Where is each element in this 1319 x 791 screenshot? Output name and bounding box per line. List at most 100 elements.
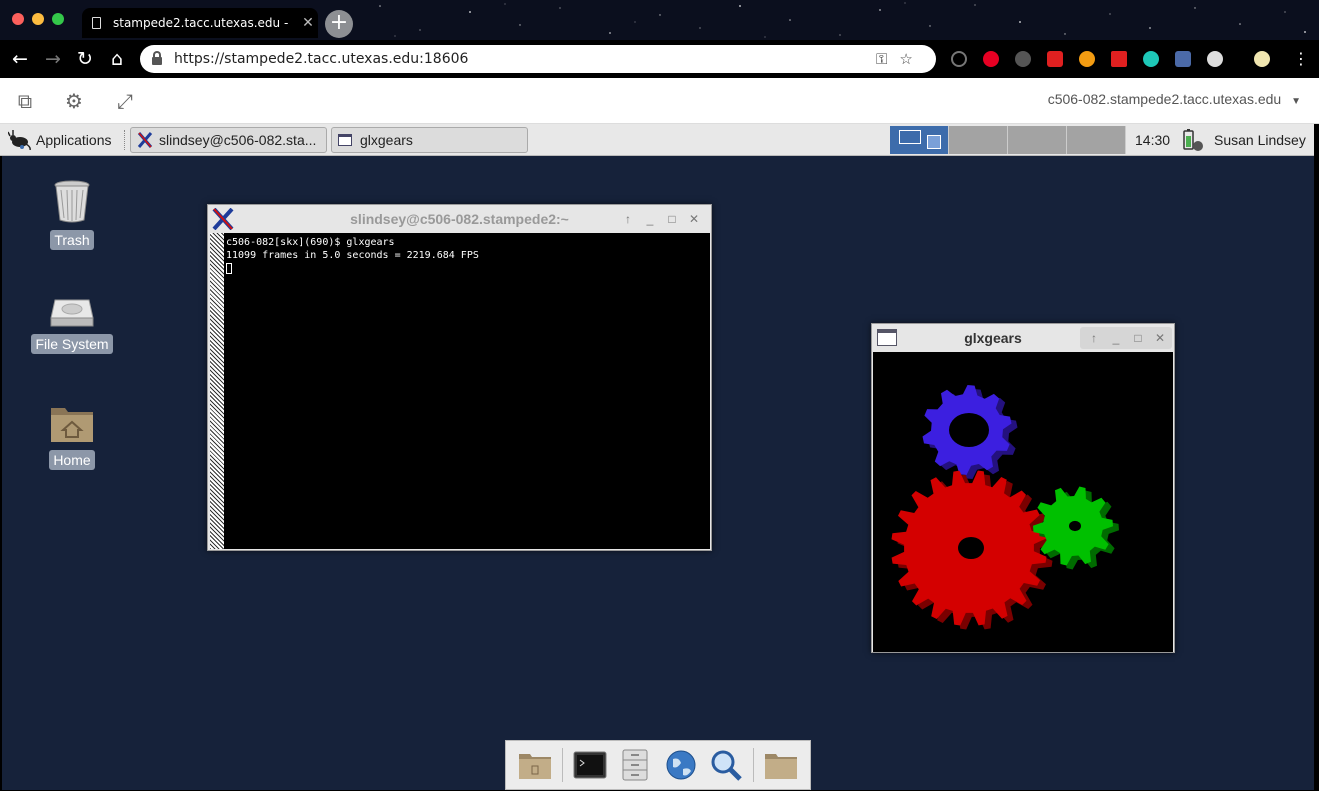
terminal-line: c506-082[skx](690)$ glxgears — [226, 237, 395, 248]
workspace-3[interactable] — [1008, 126, 1067, 154]
terminal-scrollbar[interactable] — [210, 233, 224, 549]
hard-drive-icon — [50, 299, 94, 327]
applications-menu[interactable]: Applications — [8, 129, 112, 151]
red-gear — [891, 470, 1053, 630]
reload-icon[interactable]: ↻ — [74, 48, 96, 70]
browser-menu-icon[interactable]: ⋮ — [1290, 48, 1312, 70]
maximize-icon[interactable]: □ — [664, 211, 680, 227]
clock[interactable]: 14:30 — [1135, 132, 1170, 148]
task-label: glxgears — [360, 132, 413, 148]
desktop-icon-file-system[interactable]: File System — [27, 296, 117, 354]
zoom-window-button[interactable] — [52, 13, 64, 25]
url-input[interactable] — [174, 51, 864, 67]
terminal-cursor — [226, 263, 232, 274]
snowflake-icon[interactable] — [1175, 51, 1191, 67]
workspace-2[interactable] — [949, 126, 1008, 154]
workspace-pager — [890, 126, 1126, 154]
shade-up-icon[interactable]: ↑ — [620, 211, 636, 227]
host-selector[interactable]: c506-082.stampede2.tacc.utexas.edu ▼ — [1048, 91, 1301, 107]
adblock-icon[interactable] — [1047, 51, 1063, 67]
mercury-icon[interactable] — [1143, 51, 1159, 67]
dock-files-cabinet[interactable] — [617, 747, 653, 783]
tab-title: stampede2.tacc.utexas.edu - — [113, 16, 289, 30]
home-folder-icon — [51, 408, 93, 442]
xfce-panel: Applications slindsey@c506-082.sta... gl… — [0, 124, 1319, 156]
dock-web-browser[interactable] — [663, 747, 699, 783]
task-label: slindsey@c506-082.sta... — [159, 132, 317, 148]
blue-gear — [922, 385, 1018, 479]
address-bar[interactable]: ⚿ ☆ — [140, 45, 936, 73]
workspace-window-thumb — [899, 130, 921, 144]
terminal-icon — [573, 751, 607, 779]
profile-avatar-icon[interactable] — [1254, 51, 1270, 67]
minimize-window-button[interactable] — [32, 13, 44, 25]
dock-file-manager[interactable] — [517, 747, 553, 783]
applications-label: Applications — [36, 132, 112, 148]
terminal-titlebar[interactable]: slindsey@c506-082.stampede2:~ ↑ _ □ ✕ — [208, 205, 711, 233]
back-icon[interactable]: ← — [9, 48, 31, 70]
filing-cabinet-icon — [622, 749, 648, 781]
terminal-line: 11099 frames in 5.0 seconds = 2219.684 F… — [226, 250, 479, 261]
workspace-window-thumb — [927, 135, 941, 149]
glxgears-canvas[interactable] — [873, 352, 1173, 652]
bookmark-star-icon[interactable]: ☆ — [899, 50, 912, 68]
new-tab-button[interactable]: + — [325, 10, 353, 38]
dock-separator — [561, 748, 563, 782]
application-dock — [505, 740, 811, 790]
fullscreen-icon[interactable]: ⤢ — [112, 88, 138, 114]
dock-folder[interactable] — [763, 747, 799, 783]
user-menu[interactable]: Susan Lindsey — [1214, 132, 1306, 148]
mail-icon[interactable] — [1111, 51, 1127, 67]
folder-icon — [518, 754, 551, 779]
window-frame-edge — [1314, 124, 1319, 791]
xfce-mouse-icon — [8, 130, 31, 150]
glxgears-window[interactable]: glxgears ↑ _ □ ✕ — [871, 323, 1175, 653]
desktop: Trash File System Home slindsey@c506-082… — [2, 156, 1314, 790]
record-icon[interactable] — [1207, 51, 1223, 67]
navigation-bar: ← → ↻ ⌂ ⚿ ☆ ⋮ — [0, 40, 1319, 78]
magnifier-icon — [711, 750, 742, 781]
terminal-output[interactable]: c506-082[skx](690)$ glxgears 11099 frame… — [224, 233, 710, 549]
workspace-4[interactable] — [1067, 126, 1126, 154]
window-icon — [338, 134, 352, 146]
folder-icon — [765, 754, 798, 779]
glxgears-titlebar[interactable]: glxgears ↑ _ □ ✕ — [872, 324, 1174, 352]
desktop-icon-label: File System — [31, 334, 113, 354]
terminal-window[interactable]: slindsey@c506-082.stampede2:~ ↑ _ □ ✕ c5… — [207, 204, 712, 551]
desktop-icon-label: Home — [49, 450, 95, 470]
dock-terminal[interactable] — [572, 747, 608, 783]
desktop-icon-home[interactable]: Home — [27, 402, 117, 470]
task-glxgears[interactable]: glxgears — [331, 127, 528, 153]
home-icon[interactable]: ⌂ — [106, 48, 128, 70]
vnc-toolbar: ⧉ ⚙ ⤢ c506-082.stampede2.tacc.utexas.edu… — [0, 78, 1319, 124]
close-tab-icon[interactable]: ✕ — [298, 15, 318, 31]
close-icon[interactable]: ✕ — [686, 211, 702, 227]
dock-search[interactable] — [708, 747, 744, 783]
forward-icon[interactable]: → — [42, 48, 64, 70]
task-terminal[interactable]: slindsey@c506-082.sta... — [130, 127, 327, 153]
browser-tab[interactable]: stampede2.tacc.utexas.edu - ✕ — [82, 8, 318, 38]
extension-info-icon[interactable] — [951, 51, 967, 67]
browser-chrome: stampede2.tacc.utexas.edu - ✕ + ← → ↻ ⌂ … — [0, 0, 1319, 78]
settings-gear-icon[interactable]: ⚙ — [61, 88, 87, 114]
workspace-1[interactable] — [890, 126, 949, 154]
close-window-button[interactable] — [12, 13, 24, 25]
battery-icon[interactable] — [1181, 128, 1205, 152]
desktop-icon-trash[interactable]: Trash — [27, 178, 117, 250]
panel-separator — [124, 130, 126, 150]
shade-up-icon[interactable]: ↑ — [1086, 330, 1102, 346]
trash-icon — [54, 180, 90, 223]
pinterest-icon[interactable] — [983, 51, 999, 67]
amazon-icon[interactable] — [1079, 51, 1095, 67]
clipboard-icon[interactable]: ⧉ — [12, 88, 38, 114]
maximize-icon[interactable]: □ — [1130, 330, 1146, 346]
minimize-icon[interactable]: _ — [1108, 330, 1124, 346]
chevron-down-icon: ▼ — [1291, 96, 1301, 107]
host-label: c506-082.stampede2.tacc.utexas.edu — [1047, 91, 1282, 107]
page-icon — [92, 17, 101, 29]
close-icon[interactable]: ✕ — [1152, 330, 1168, 346]
minimize-icon[interactable]: _ — [642, 211, 658, 227]
evernote-icon[interactable] — [1015, 51, 1031, 67]
key-icon[interactable]: ⚿ — [876, 50, 887, 68]
x11-logo-icon — [137, 132, 153, 148]
